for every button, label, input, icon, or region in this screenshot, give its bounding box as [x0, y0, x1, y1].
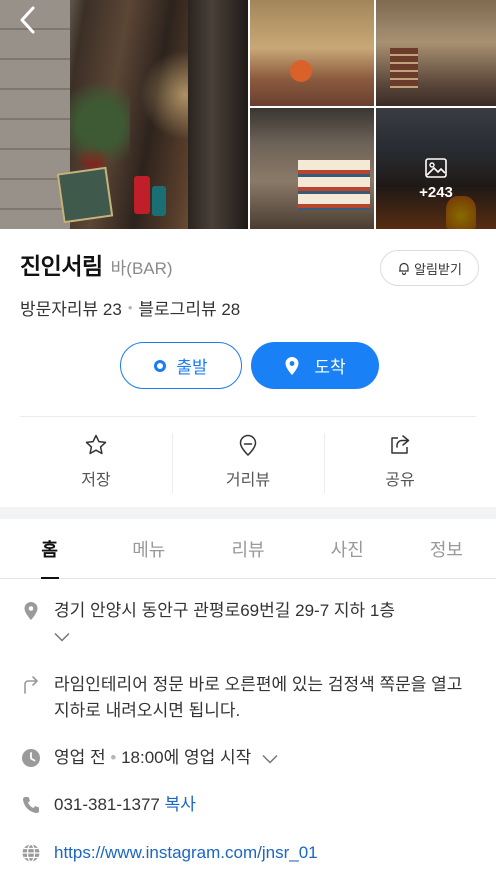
tab-menu[interactable]: 메뉴 — [99, 519, 198, 578]
tab-bar: 홈 메뉴 리뷰 사진 정보 — [0, 519, 496, 579]
save-button[interactable]: 저장 — [20, 417, 172, 507]
share-button[interactable]: 공유 — [324, 417, 476, 507]
action-bar: 저장 거리뷰 공유 — [20, 417, 476, 507]
chevron-down-icon[interactable] — [54, 632, 70, 642]
bell-icon — [398, 262, 409, 275]
location-pin-icon — [24, 602, 38, 620]
place-title: 진인서림 바(BAR) — [20, 247, 173, 281]
address-text: 경기 안양시 동안구 관평로69번길 29-7 지하 1층 — [54, 601, 395, 620]
blog-reviews-link[interactable]: 블로그리뷰 28 — [138, 295, 240, 320]
tab-photo[interactable]: 사진 — [298, 519, 397, 578]
arrive-button[interactable]: 도착 — [251, 342, 379, 389]
hours-detail: 18:00에 영업 시작 — [121, 748, 252, 767]
globe-icon — [22, 843, 40, 863]
review-summary: 방문자리뷰 23 • 블로그리뷰 28 — [20, 295, 240, 320]
separator-dot: • — [105, 748, 122, 767]
copy-phone-button[interactable]: 복사 — [165, 795, 196, 814]
tab-info[interactable]: 정보 — [397, 519, 496, 578]
more-photos-count: +243 — [419, 184, 453, 201]
start-dot-icon — [154, 359, 167, 372]
notify-label: 알림받기 — [414, 261, 462, 277]
start-label: 출발 — [176, 358, 208, 377]
notify-button[interactable]: 알림받기 — [380, 250, 479, 286]
photo-thumb-3[interactable] — [250, 108, 374, 229]
arrive-label: 도착 — [314, 358, 346, 377]
street-view-button[interactable]: 거리뷰 — [172, 417, 324, 507]
location-pin-icon — [285, 356, 299, 375]
directions-text: 라임인테리어 정문 바로 오른편에 있는 검정색 쪽문을 열고 지하로 내려오시… — [54, 675, 463, 720]
hours-status: 영업 전 — [54, 748, 106, 767]
place-name: 진인서림 — [20, 253, 103, 279]
tab-review[interactable]: 리뷰 — [198, 519, 297, 578]
map-pin-icon — [239, 434, 257, 457]
clock-icon — [22, 749, 40, 767]
save-label: 저장 — [81, 472, 111, 489]
place-category: 바(BAR) — [110, 259, 173, 278]
phone-icon — [23, 797, 39, 813]
tab-home[interactable]: 홈 — [0, 519, 99, 578]
section-separator — [0, 507, 496, 519]
website-link[interactable]: https://www.instagram.com/jnsr_01 — [54, 843, 318, 862]
share-label: 공유 — [385, 472, 415, 489]
photo-gallery[interactable]: +243 — [0, 0, 496, 229]
share-icon — [391, 435, 410, 454]
main-photo[interactable] — [0, 0, 248, 229]
more-photos-button[interactable]: +243 — [376, 108, 496, 229]
image-icon — [425, 158, 447, 178]
start-button[interactable]: 출발 — [120, 342, 242, 389]
chevron-down-icon[interactable] — [262, 754, 278, 764]
separator-dot: • — [127, 300, 133, 315]
back-arrow-icon[interactable] — [14, 6, 42, 34]
phone-number[interactable]: 031-381-1377 — [54, 795, 160, 814]
turn-right-arrow-icon — [24, 676, 38, 694]
star-icon — [85, 434, 107, 455]
photo-thumb-2[interactable] — [376, 0, 496, 106]
visitor-reviews-link[interactable]: 방문자리뷰 23 — [20, 295, 122, 320]
street-view-label: 거리뷰 — [225, 472, 271, 489]
photo-thumb-1[interactable] — [250, 0, 374, 106]
